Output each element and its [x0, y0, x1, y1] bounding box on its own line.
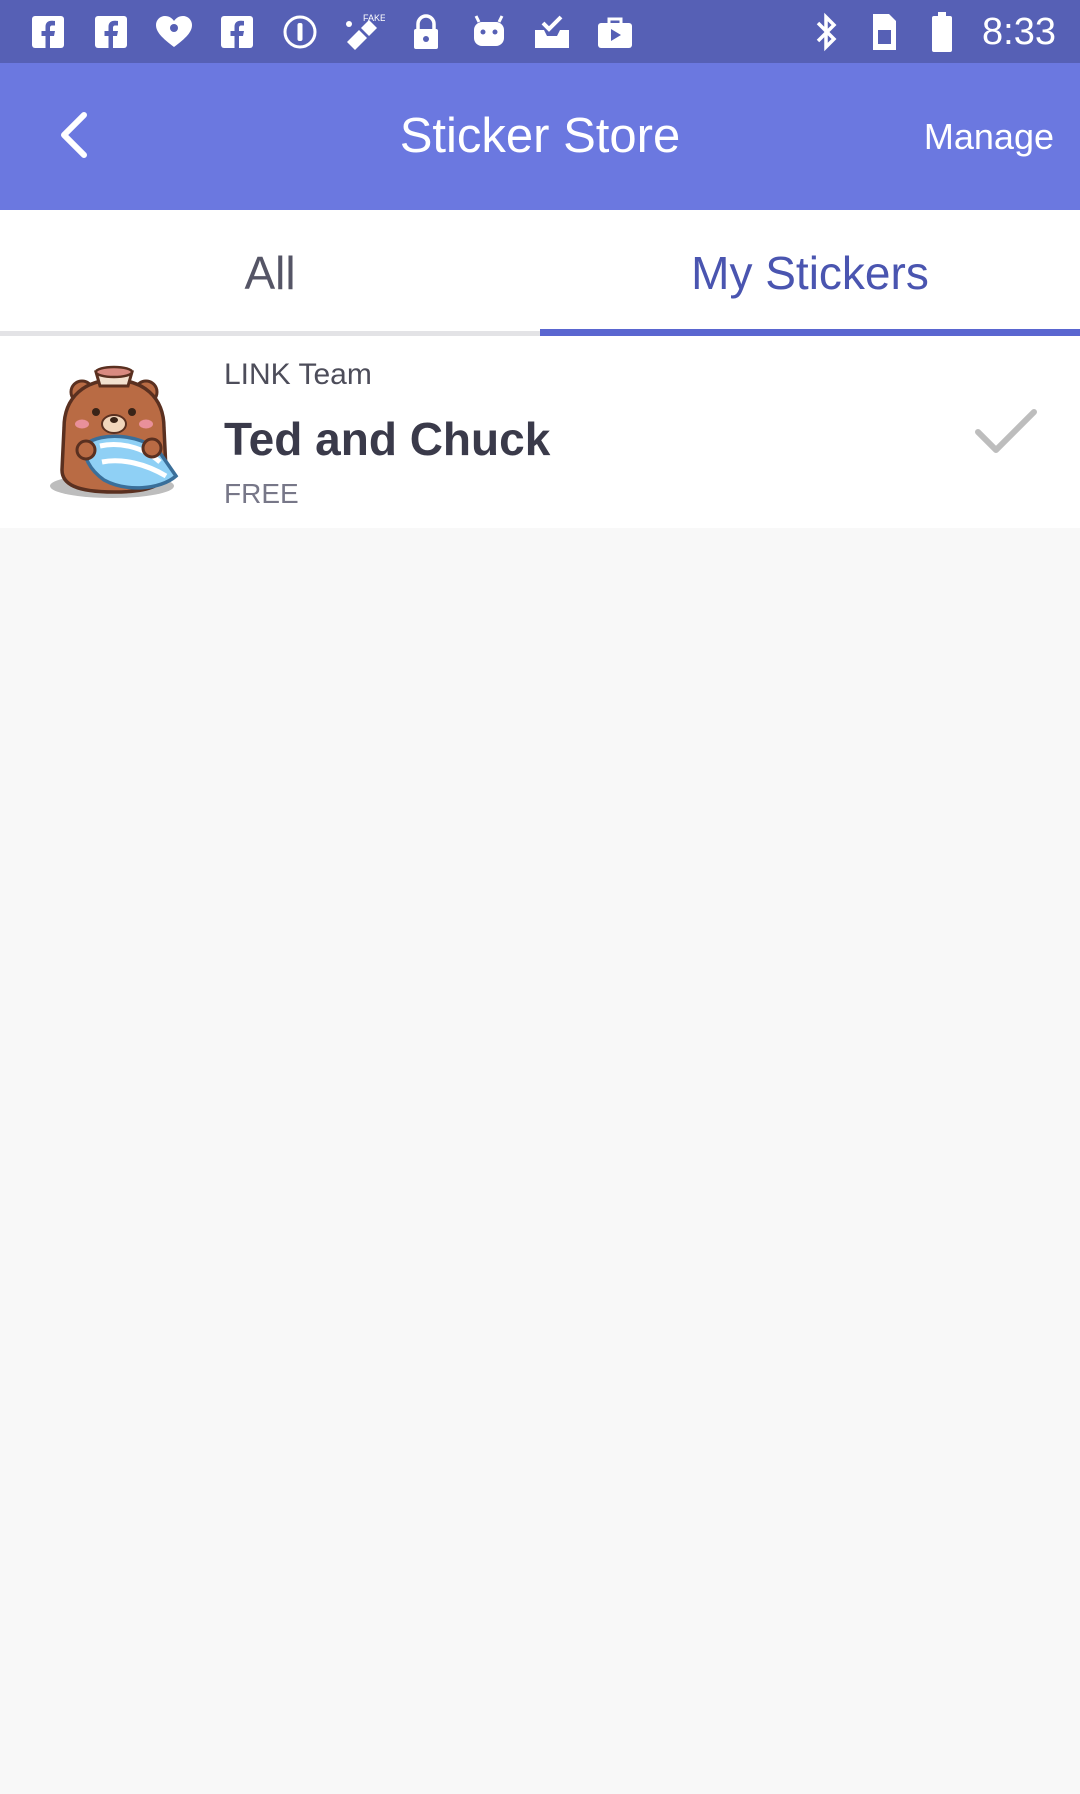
sticker-title: Ted and Chuck	[224, 413, 551, 465]
battery-icon	[920, 10, 964, 54]
tab-all-label: All	[244, 247, 296, 299]
app-bar: Sticker Store Manage	[0, 63, 1080, 210]
tab-my-stickers[interactable]: My Stickers	[540, 210, 1080, 336]
tab-selected-indicator	[540, 329, 1080, 336]
sim-card-icon	[862, 10, 906, 54]
status-icons-right: 8:33	[804, 10, 1056, 54]
iheartradio-icon	[152, 10, 196, 54]
tab-bar: All My Stickers	[0, 210, 1080, 336]
sticker-author: LINK Team	[224, 358, 372, 391]
fake-gps-icon: FAKE	[341, 10, 385, 54]
status-icons-left: FAKE	[26, 10, 656, 54]
lock-icon	[404, 10, 448, 54]
bear-with-pillow-icon	[42, 358, 192, 508]
tab-my-stickers-label: My Stickers	[691, 247, 929, 299]
tab-all[interactable]: All	[0, 210, 540, 336]
manage-button[interactable]: Manage	[924, 63, 1054, 210]
briefcase-icon	[593, 10, 637, 54]
status-bar: FAKE 8:33	[0, 0, 1080, 63]
status-clock: 8:33	[982, 10, 1056, 53]
info-circle-icon	[278, 10, 322, 54]
page-title: Sticker Store	[399, 109, 681, 163]
android-icon	[467, 10, 511, 54]
facebook-icon	[89, 10, 133, 54]
facebook-icon	[26, 10, 70, 54]
inbox-check-icon	[530, 10, 574, 54]
sticker-list: LINK Team Ted and Chuck FREE	[0, 336, 1080, 528]
bluetooth-icon	[804, 10, 848, 54]
sticker-price: FREE	[224, 478, 299, 509]
back-button[interactable]	[38, 99, 110, 171]
svg-text:FAKE: FAKE	[363, 13, 385, 23]
sticker-pack-item[interactable]: LINK Team Ted and Chuck FREE	[0, 336, 1080, 528]
chevron-left-icon	[61, 112, 87, 158]
check-icon	[974, 406, 1038, 458]
empty-content-area	[0, 528, 1080, 1794]
facebook-icon	[215, 10, 259, 54]
